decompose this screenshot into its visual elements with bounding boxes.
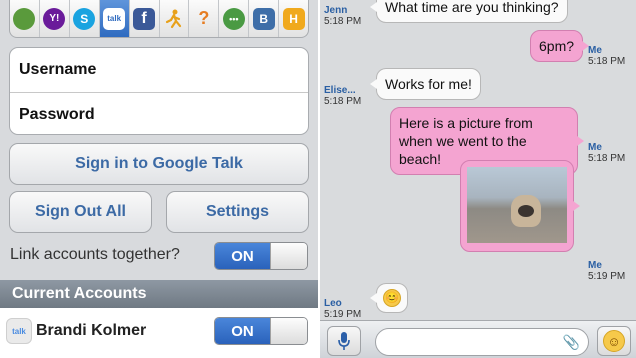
sign-out-all-button[interactable]: Sign Out All bbox=[9, 191, 152, 233]
sign-in-button[interactable]: Sign in to Google Talk bbox=[9, 143, 309, 185]
service-bebo[interactable]: B bbox=[249, 0, 280, 37]
section-header: Current Accounts bbox=[0, 280, 318, 308]
beach-photo[interactable] bbox=[467, 167, 567, 243]
toggle-on-label: ON bbox=[215, 318, 270, 344]
yahoo-icon: Y! bbox=[43, 7, 66, 30]
service-skype[interactable]: S bbox=[70, 0, 100, 37]
toggle-on-label: ON bbox=[215, 243, 270, 269]
sender-name: Me bbox=[588, 142, 602, 153]
google-talk-icon: talk bbox=[6, 318, 32, 344]
message-bubble: Works for me! bbox=[370, 68, 481, 100]
pug-figure bbox=[511, 195, 541, 227]
facebook-icon: f bbox=[133, 7, 156, 30]
username-label: Username bbox=[19, 61, 97, 78]
service-aim[interactable] bbox=[160, 0, 190, 37]
message-time: 5:18 PM bbox=[324, 16, 362, 27]
account-row[interactable]: talk Brandi Kolmer ON bbox=[0, 308, 318, 358]
chat-bubble-icon: ••• bbox=[222, 7, 245, 30]
image-bubble[interactable] bbox=[460, 160, 580, 252]
paperclip-icon[interactable]: 📎 bbox=[563, 334, 580, 351]
message-meta: Leo 5:19 PM bbox=[324, 298, 361, 320]
message-meta: Me 5:19 PM bbox=[588, 260, 625, 282]
microphone-button[interactable] bbox=[327, 326, 361, 356]
hyves-icon: H bbox=[282, 7, 305, 30]
microphone-icon bbox=[338, 332, 350, 350]
settings-button[interactable]: Settings bbox=[166, 191, 309, 233]
message-bubble: 😊 bbox=[370, 283, 408, 313]
icq-icon: ? bbox=[198, 8, 210, 28]
google-talk-icon: talk bbox=[103, 7, 126, 30]
message-time: 5:18 PM bbox=[588, 153, 626, 164]
sender-name: Jenn bbox=[324, 5, 348, 16]
sender-name: Elise... bbox=[324, 85, 356, 96]
sender-name: Leo bbox=[324, 298, 342, 309]
toggle-knob bbox=[270, 318, 307, 344]
toggle-knob bbox=[270, 243, 307, 269]
link-accounts-toggle[interactable]: ON bbox=[214, 242, 308, 270]
service-hyves[interactable]: H bbox=[279, 0, 308, 37]
message-bubble: What time are you thinking? bbox=[370, 0, 568, 23]
sender-name: Me bbox=[588, 260, 602, 271]
account-name: Brandi Kolmer bbox=[36, 322, 147, 339]
chat-panel: Jenn 5:18 PM What time are you thinking?… bbox=[318, 0, 636, 358]
service-facebook[interactable]: f bbox=[130, 0, 160, 37]
username-field[interactable]: Username bbox=[10, 48, 308, 92]
emoji-button[interactable]: ☺ bbox=[597, 326, 631, 356]
aim-buddy-icon bbox=[13, 7, 36, 30]
aim-running-man-icon bbox=[163, 8, 185, 30]
compose-bar: 📎 ☺ bbox=[320, 320, 636, 358]
account-toggle[interactable]: ON bbox=[214, 317, 308, 345]
message-input[interactable]: 📎 bbox=[375, 328, 589, 356]
message-meta: Me 5:18 PM bbox=[588, 45, 625, 67]
service-icq[interactable]: ? bbox=[189, 0, 220, 37]
message-time: 5:18 PM bbox=[324, 96, 362, 107]
skype-icon: S bbox=[73, 7, 96, 30]
link-accounts-label: Link accounts together? bbox=[10, 246, 180, 263]
smiley-emoji-icon: 😊 bbox=[383, 289, 401, 307]
bebo-icon: B bbox=[252, 7, 275, 30]
message-meta: Elise... 5:18 PM bbox=[324, 85, 361, 107]
sender-name: Me bbox=[588, 45, 602, 56]
message-time: 5:18 PM bbox=[588, 56, 626, 67]
password-label: Password bbox=[19, 105, 95, 123]
service-aim-buddy[interactable] bbox=[10, 0, 40, 37]
message-bubble: 6pm? bbox=[530, 30, 590, 62]
service-selector: Y! S talk f ? ••• B H bbox=[9, 0, 309, 38]
smiley-icon: ☺ bbox=[603, 330, 625, 352]
message-meta: Jenn 5:18 PM bbox=[324, 5, 361, 27]
message-meta: Me 5:18 PM bbox=[588, 142, 625, 164]
message-time: 5:19 PM bbox=[324, 309, 362, 320]
service-google-talk[interactable]: talk bbox=[99, 0, 130, 37]
service-chat[interactable]: ••• bbox=[219, 0, 250, 37]
service-yahoo[interactable]: Y! bbox=[40, 0, 70, 37]
password-field[interactable]: Password bbox=[10, 92, 308, 134]
credentials-form: Username Password bbox=[9, 47, 309, 135]
accounts-panel: Y! S talk f ? ••• B H Username Password … bbox=[0, 0, 318, 358]
message-time: 5:19 PM bbox=[588, 271, 626, 282]
